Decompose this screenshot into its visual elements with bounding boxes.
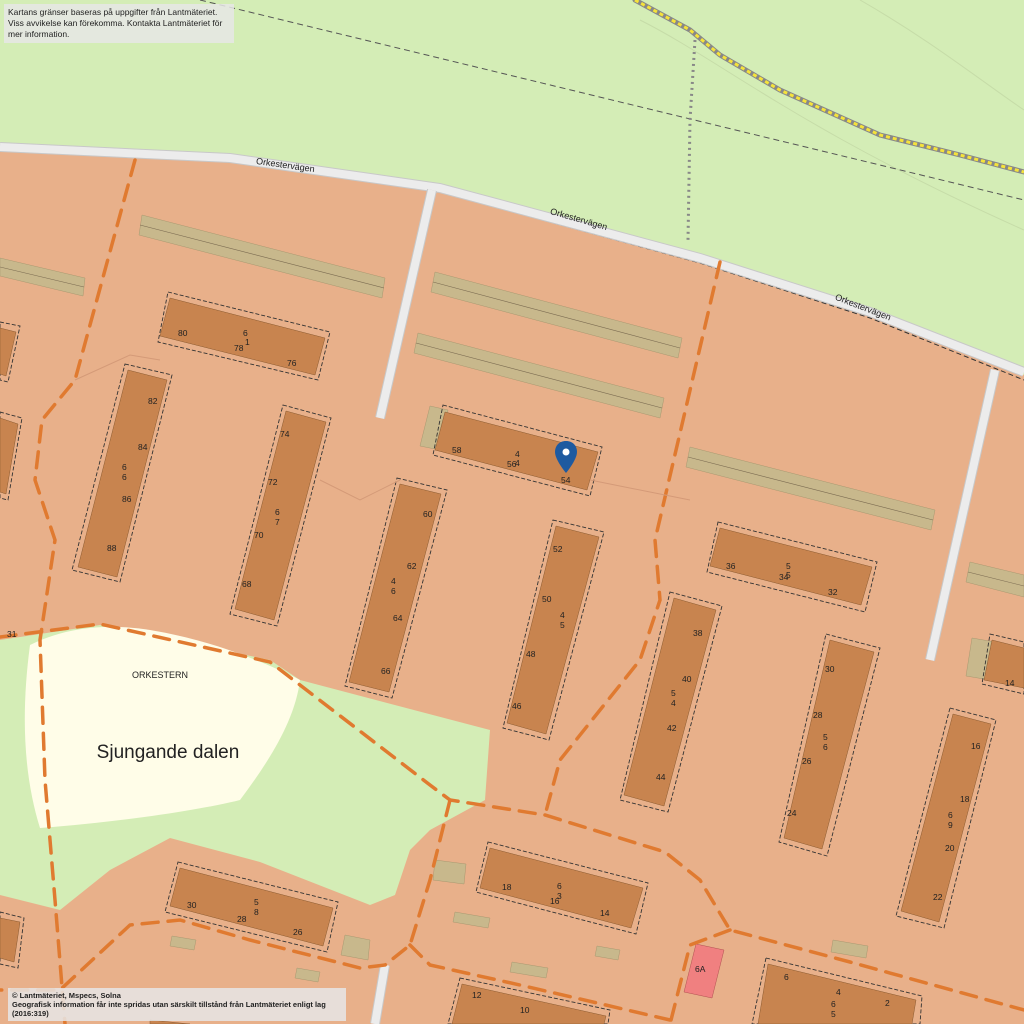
address-number: 5 — [671, 688, 676, 698]
park-label: Sjungande dalen — [97, 742, 240, 763]
address-number: 9 — [948, 820, 953, 830]
address-number: 46 — [512, 701, 522, 711]
address-number: 6 — [831, 999, 836, 1009]
address-number: 80 — [178, 328, 188, 338]
address-number: 2 — [885, 998, 890, 1008]
boundary-disclaimer: Kartans gränser baseras på uppgifter frå… — [4, 4, 234, 43]
address-number: 50 — [542, 594, 552, 604]
disclaimer-line: Kartans gränser baseras på uppgifter frå… — [8, 7, 218, 17]
address-number: 70 — [254, 530, 264, 540]
address-number: 74 — [280, 429, 290, 439]
address-number: 88 — [107, 543, 117, 553]
address-number: 36 — [726, 561, 736, 571]
address-number: 6A — [695, 964, 706, 974]
address-number: 82 — [148, 396, 158, 406]
address-number: 6 — [275, 507, 280, 517]
address-number: 4 — [836, 987, 841, 997]
address-number: 28 — [237, 914, 247, 924]
address-number: 28 — [813, 710, 823, 720]
address-number: 8 — [254, 907, 259, 917]
copyright-line: © Lantmäteriet, Mspecs, Solna — [12, 991, 121, 1000]
copyright-attribution: © Lantmäteriet, Mspecs, Solna Geografisk… — [8, 988, 346, 1021]
address-number: 16 — [550, 896, 560, 906]
address-number: 64 — [393, 613, 403, 623]
address-number: 5 — [831, 1009, 836, 1019]
address-number: 18 — [502, 882, 512, 892]
pin-body — [555, 441, 577, 473]
address-number: 26 — [802, 756, 812, 766]
address-number: 6 — [823, 742, 828, 752]
address-number: 6 — [557, 881, 562, 891]
address-number: 14 — [1005, 678, 1015, 688]
location-pin-icon[interactable] — [553, 440, 579, 474]
address-number: 44 — [656, 772, 666, 782]
address-number: 6 — [784, 972, 789, 982]
address-number: 30 — [187, 900, 197, 910]
address-number: 18 — [960, 794, 970, 804]
address-number: 38 — [693, 628, 703, 638]
address-number: 26 — [293, 927, 303, 937]
address-number: 6 — [948, 810, 953, 820]
address-number: 10 — [520, 1005, 530, 1015]
address-number: 4 — [560, 610, 565, 620]
address-number: 6 — [391, 586, 396, 596]
address-number: 52 — [553, 544, 563, 554]
address-number: 76 — [287, 358, 297, 368]
address-number: 60 — [423, 509, 433, 519]
address-number: 14 — [600, 908, 610, 918]
address-number: 62 — [407, 561, 417, 571]
address-number: 5 — [254, 897, 259, 907]
address-number: 66 — [381, 666, 391, 676]
address-number: 40 — [682, 674, 692, 684]
address-number: 5 — [786, 570, 791, 580]
address-number: 56 — [507, 459, 517, 469]
address-number: 24 — [787, 808, 797, 818]
address-number: 6 — [122, 462, 127, 472]
address-number: 78 — [234, 343, 244, 353]
pin-dot — [562, 448, 570, 456]
address-number: 5 — [823, 732, 828, 742]
area-label: ORKESTERN — [132, 670, 188, 680]
address-number: 31 — [7, 629, 17, 639]
address-number: 58 — [452, 445, 462, 455]
address-number: 16 — [971, 741, 981, 751]
address-number: 30 — [825, 664, 835, 674]
address-number: 20 — [945, 843, 955, 853]
address-number: 12 — [472, 990, 482, 1000]
address-number: 68 — [242, 579, 252, 589]
address-number: 6 — [122, 472, 127, 482]
address-number: 32 — [828, 587, 838, 597]
address-number: 22 — [933, 892, 943, 902]
address-number: 4 — [391, 576, 396, 586]
address-number: 84 — [138, 442, 148, 452]
address-number: 5 — [560, 620, 565, 630]
address-number: 54 — [561, 475, 571, 485]
address-number: 1 — [245, 337, 250, 347]
copyright-line: Geografisk information får inte spridas … — [12, 1000, 326, 1018]
disclaimer-line: Viss avvikelse kan förekomma. Kontakta L… — [8, 18, 223, 39]
address-number: 86 — [122, 494, 132, 504]
address-number: 48 — [526, 649, 536, 659]
address-number: 72 — [268, 477, 278, 487]
address-number: 4 — [671, 698, 676, 708]
address-number: 7 — [275, 517, 280, 527]
address-number: 42 — [667, 723, 677, 733]
